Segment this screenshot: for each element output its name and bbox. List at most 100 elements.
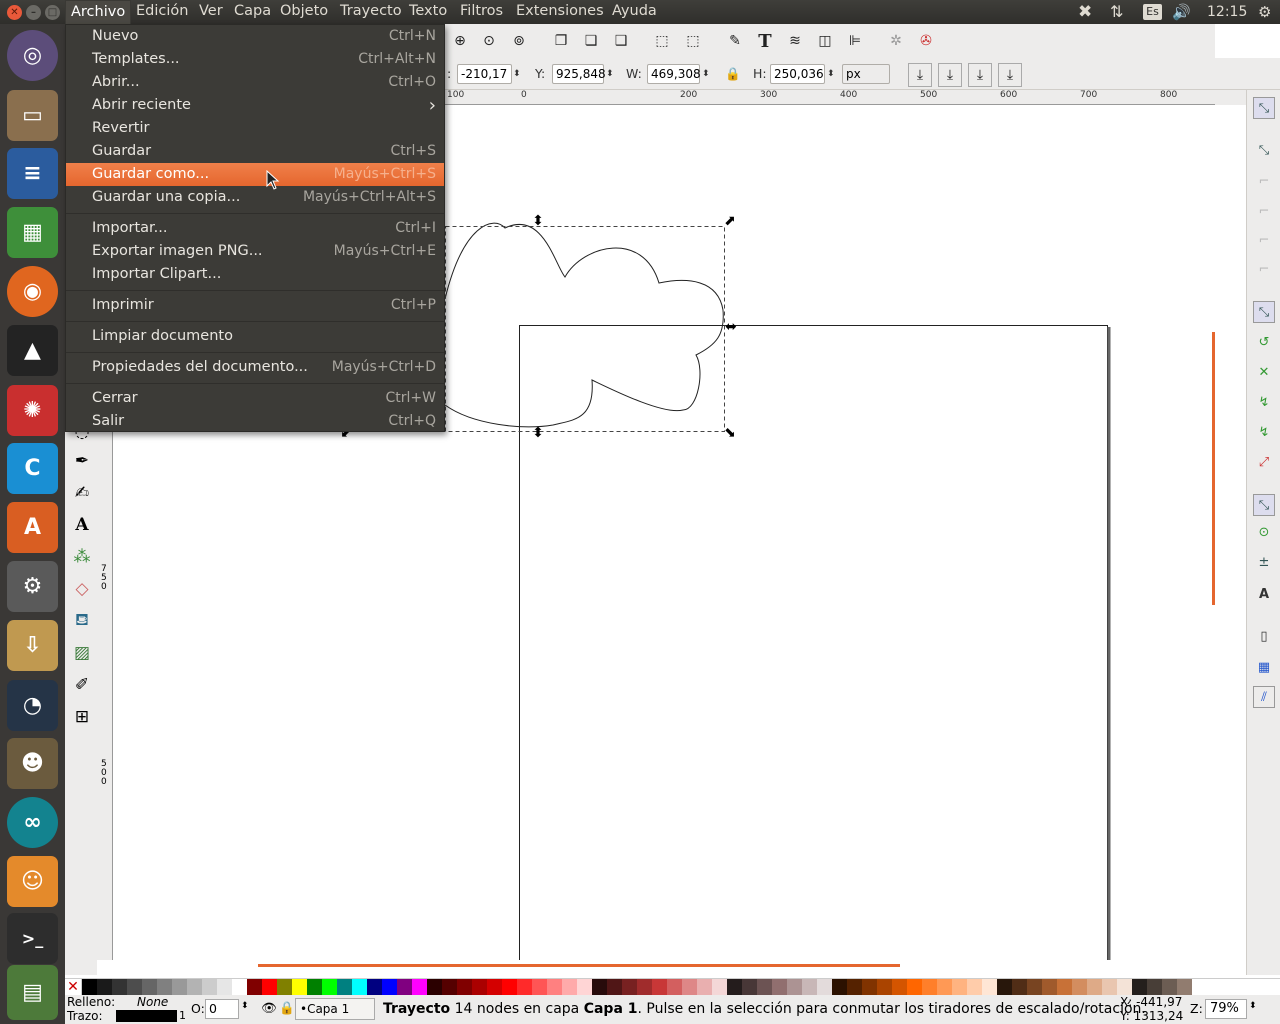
xml-editor-icon[interactable]: ◫: [815, 31, 835, 51]
unit-select[interactable]: px: [842, 64, 890, 84]
menu-ver[interactable]: Ver: [194, 0, 228, 24]
keyboard-layout-indicator[interactable]: Es: [1143, 4, 1162, 20]
snap-bbox-corner-icon[interactable]: ⌐: [1253, 200, 1275, 222]
zoom-spinner-icon[interactable]: ⬍: [1249, 1001, 1257, 1011]
color-swatch[interactable]: [277, 979, 292, 995]
color-swatch[interactable]: [1012, 979, 1027, 995]
color-swatch[interactable]: [232, 979, 247, 995]
snap-rotation-center-icon[interactable]: ±: [1253, 551, 1275, 573]
move-gradients-icon[interactable]: ⤓: [968, 63, 992, 87]
color-swatch[interactable]: [307, 979, 322, 995]
gimp-icon[interactable]: ☻: [7, 738, 58, 789]
horizontal-scrollbar-thumb[interactable]: [258, 964, 900, 967]
color-swatch[interactable]: [832, 979, 847, 995]
menu-texto[interactable]: Texto: [404, 0, 452, 24]
scratch-icon[interactable]: ☺: [7, 856, 58, 907]
snap-intersection-icon[interactable]: ✕: [1253, 361, 1275, 383]
snap-page-border-icon[interactable]: ▯: [1253, 625, 1275, 647]
color-swatch[interactable]: [952, 979, 967, 995]
scale-stroke-icon[interactable]: ⤓: [908, 63, 932, 87]
menu-item-importar[interactable]: Importar... Ctrl+I: [66, 217, 444, 240]
color-swatch[interactable]: [172, 979, 187, 995]
y-spinner-icon[interactable]: ⬍: [606, 64, 614, 84]
color-swatch[interactable]: [922, 979, 937, 995]
files-icon[interactable]: ▭: [7, 90, 58, 141]
duplicate-icon[interactable]: ❐: [551, 31, 571, 51]
clock[interactable]: 12:15: [1207, 0, 1247, 24]
zoom-selection-icon[interactable]: ⊕: [450, 31, 470, 51]
snap-bbox-icon[interactable]: ⤡: [1253, 139, 1275, 161]
color-swatch[interactable]: [967, 979, 982, 995]
snap-center-icon[interactable]: ⊙: [1253, 521, 1275, 543]
menu-objeto[interactable]: Objeto: [275, 0, 333, 24]
menu-item-revertir[interactable]: Revertir: [66, 117, 444, 140]
vertical-scrollbar[interactable]: [1212, 105, 1246, 960]
color-swatch[interactable]: [187, 979, 202, 995]
menu-item-guardar-copia[interactable]: Guardar una copia... Mayús+Ctrl+Alt+S: [66, 186, 444, 209]
close-window-icon[interactable]: ✕: [7, 5, 22, 20]
fill-stroke-icon[interactable]: ✎: [725, 31, 745, 51]
eye-icon[interactable]: 👁: [261, 1000, 277, 1016]
menu-item-abrir[interactable]: Abrir... Ctrl+O: [66, 71, 444, 94]
system-settings-icon[interactable]: ⚙: [7, 561, 58, 612]
menu-trayecto[interactable]: Trayecto: [335, 0, 407, 24]
blender-icon[interactable]: ◔: [7, 680, 58, 731]
color-swatch[interactable]: [1087, 979, 1102, 995]
color-swatch[interactable]: [1177, 979, 1192, 995]
color-swatch[interactable]: [667, 979, 682, 995]
menu-item-importar-clipart[interactable]: Importar Clipart...: [66, 263, 444, 286]
w-field[interactable]: 469,308: [647, 64, 701, 84]
snap-enable-icon[interactable]: ⤡: [1253, 97, 1275, 119]
color-swatch[interactable]: [382, 979, 397, 995]
menu-item-propiedades[interactable]: Propiedades del documento... Mayús+Ctrl+D: [66, 356, 444, 379]
menu-item-abrir-reciente[interactable]: Abrir reciente ›: [66, 94, 444, 117]
menu-item-salir[interactable]: Salir Ctrl+Q: [66, 410, 444, 433]
color-swatch[interactable]: [1027, 979, 1042, 995]
color-swatch[interactable]: [1042, 979, 1057, 995]
zoom-field[interactable]: 79%: [1205, 999, 1247, 1019]
menu-item-exportar-png[interactable]: Exportar imagen PNG... Mayús+Ctrl+E: [66, 240, 444, 263]
color-swatch[interactable]: [142, 979, 157, 995]
color-swatch[interactable]: [787, 979, 802, 995]
color-swatch[interactable]: [937, 979, 952, 995]
power-icon[interactable]: ⚙: [1258, 0, 1271, 24]
color-swatch[interactable]: [82, 979, 97, 995]
color-swatch[interactable]: [997, 979, 1012, 995]
paint-bucket-tool-icon[interactable]: ⛾: [70, 609, 94, 633]
color-swatch[interactable]: [427, 979, 442, 995]
snap-text-baseline-icon[interactable]: A: [1253, 583, 1275, 605]
preferences-icon[interactable]: ✲: [886, 31, 906, 51]
snap-grid-icon[interactable]: ▦: [1253, 656, 1275, 678]
clone-icon[interactable]: ❏: [581, 31, 601, 51]
color-swatch[interactable]: [622, 979, 637, 995]
volume-icon[interactable]: 🔊: [1172, 0, 1191, 24]
color-swatch[interactable]: [742, 979, 757, 995]
writer-icon[interactable]: ≡: [7, 148, 58, 199]
x-spinner-icon[interactable]: ⬍: [513, 64, 521, 84]
color-swatch[interactable]: [592, 979, 607, 995]
network-icon[interactable]: ⇅: [1110, 0, 1123, 24]
menu-item-imprimir[interactable]: Imprimir Ctrl+P: [66, 294, 444, 317]
w-spinner-icon[interactable]: ⬍: [702, 64, 710, 84]
color-swatch[interactable]: [1102, 979, 1117, 995]
h-field[interactable]: 250,036: [770, 64, 825, 84]
color-swatch[interactable]: [517, 979, 532, 995]
snap-guide-icon[interactable]: ⫽: [1253, 686, 1275, 708]
document-properties-icon[interactable]: ✇: [916, 31, 936, 51]
y-field[interactable]: 925,848: [552, 64, 606, 84]
calc-icon[interactable]: ▦: [7, 207, 58, 258]
color-swatch[interactable]: [697, 979, 712, 995]
zoom-drawing-icon[interactable]: ⊙: [479, 31, 499, 51]
color-swatch[interactable]: [712, 979, 727, 995]
color-swatch[interactable]: [202, 979, 217, 995]
color-swatch[interactable]: [442, 979, 457, 995]
menu-extensiones[interactable]: Extensiones: [511, 0, 609, 24]
snap-bbox-midpoint-icon[interactable]: ⌐: [1253, 229, 1275, 251]
terminal-icon[interactable]: >_: [7, 913, 58, 964]
color-swatch[interactable]: [1072, 979, 1087, 995]
menu-item-guardar-como[interactable]: Guardar como... Mayús+Ctrl+S: [66, 163, 444, 186]
color-swatch[interactable]: [292, 979, 307, 995]
layer-select[interactable]: •Capa 1: [295, 998, 375, 1020]
color-swatch[interactable]: [577, 979, 592, 995]
color-swatch[interactable]: [907, 979, 922, 995]
